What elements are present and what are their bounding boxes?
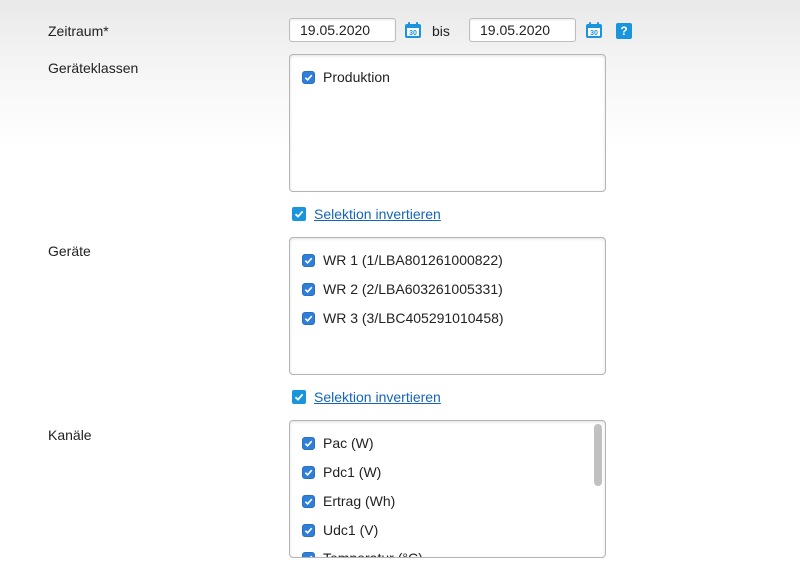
checkbox[interactable]	[292, 390, 306, 404]
list-item[interactable]: Udc1 (V)	[302, 520, 378, 540]
checkbox[interactable]	[302, 551, 315, 557]
calendar-day: 30	[409, 30, 417, 37]
zeitraum-label: Zeitraum*	[48, 23, 109, 39]
invert-selection-link[interactable]: Selektion invertieren	[314, 389, 441, 405]
checkbox[interactable]	[302, 311, 315, 325]
list-item-label: Temperatur (°C)	[323, 550, 423, 558]
checkbox[interactable]	[302, 253, 315, 267]
calendar-day: 30	[590, 30, 598, 37]
list-item-label: WR 1 (1/LBA801261000822)	[323, 252, 503, 268]
checkbox[interactable]	[302, 494, 315, 508]
date-to-input[interactable]: 19.05.2020	[469, 18, 576, 42]
list-item[interactable]: WR 2 (2/LBA603261005331)	[302, 279, 503, 299]
list-item-label: Produktion	[323, 69, 390, 85]
checkbox[interactable]	[302, 282, 315, 296]
geraete-label: Geräte	[48, 243, 91, 259]
checkbox[interactable]	[302, 436, 315, 450]
help-icon[interactable]: ?	[616, 23, 632, 39]
date-separator: bis	[432, 23, 450, 39]
invert-selection-geraeteklassen[interactable]: Selektion invertieren	[292, 206, 441, 222]
checkbox[interactable]	[302, 465, 315, 479]
checkbox[interactable]	[302, 523, 315, 537]
list-item-label: Pdc1 (W)	[323, 464, 382, 480]
invert-selection-link[interactable]: Selektion invertieren	[314, 206, 441, 222]
checkbox[interactable]	[292, 207, 306, 221]
list-item-label: WR 3 (3/LBC405291010458)	[323, 310, 504, 326]
list-item[interactable]: WR 3 (3/LBC405291010458)	[302, 308, 504, 328]
calendar-icon[interactable]: 30	[585, 21, 603, 39]
kanaele-label: Kanäle	[48, 427, 92, 443]
list-item[interactable]: Pdc1 (W)	[302, 462, 381, 482]
list-item[interactable]: Ertrag (Wh)	[302, 491, 395, 511]
scrollbar-thumb[interactable]	[594, 424, 602, 486]
list-item[interactable]: WR 1 (1/LBA801261000822)	[302, 250, 503, 270]
kanaele-listbox[interactable]: Pac (W) Pdc1 (W) Ertrag (Wh) Udc1 (V) Te…	[289, 420, 606, 558]
list-item-label: Ertrag (Wh)	[323, 493, 396, 509]
calendar-icon[interactable]: 30	[404, 21, 422, 39]
geraeteklassen-label: Geräteklassen	[48, 60, 139, 76]
geraete-listbox[interactable]: WR 1 (1/LBA801261000822) WR 2 (2/LBA6032…	[289, 237, 606, 375]
list-item[interactable]: Produktion	[302, 67, 390, 87]
invert-selection-geraete[interactable]: Selektion invertieren	[292, 389, 441, 405]
geraeteklassen-listbox[interactable]: Produktion	[289, 54, 606, 192]
list-item-label: Udc1 (V)	[323, 522, 379, 538]
list-item-label: Pac (W)	[323, 435, 374, 451]
list-item-label: WR 2 (2/LBA603261005331)	[323, 281, 503, 297]
list-item[interactable]: Pac (W)	[302, 433, 374, 453]
date-from-input[interactable]: 19.05.2020	[289, 18, 396, 42]
checkbox[interactable]	[302, 70, 315, 84]
list-item[interactable]: Temperatur (°C)	[302, 548, 423, 558]
